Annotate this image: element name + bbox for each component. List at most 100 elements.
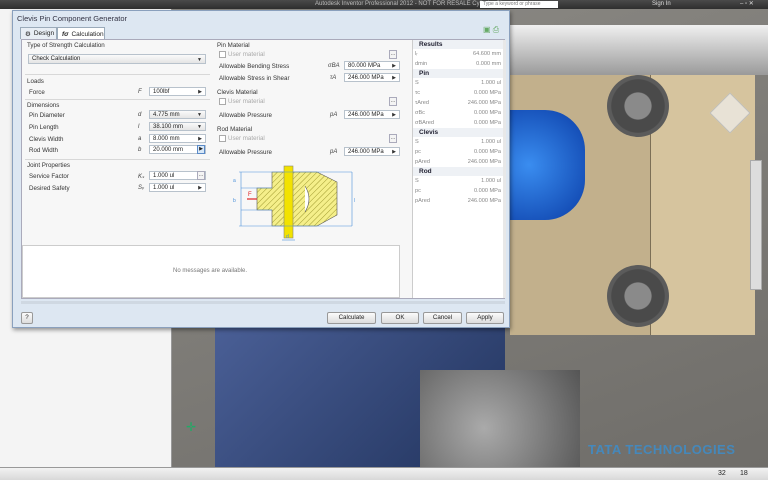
strength-type-select[interactable]: Check Calculation ▼ bbox=[28, 54, 206, 64]
pin-diameter-select[interactable]: 4.775 mm ▼ bbox=[149, 110, 206, 119]
rod-user-material-label: User material bbox=[228, 135, 265, 142]
apply-button[interactable]: Apply bbox=[466, 312, 504, 324]
results-section-clevis: Clevis bbox=[413, 128, 503, 137]
pin-material-browse-button[interactable]: … bbox=[389, 50, 397, 59]
chevron-right-icon: ▶ bbox=[392, 63, 396, 69]
rod-pressure-symbol: pA bbox=[330, 149, 338, 155]
diagram-label-l: l bbox=[354, 198, 355, 204]
nut-top bbox=[607, 75, 669, 137]
ok-button[interactable]: OK bbox=[381, 312, 419, 324]
bending-stress-input[interactable]: 80.000 MPa ▶ bbox=[344, 61, 400, 70]
result-row: S 1.000 ul bbox=[413, 137, 503, 147]
result-symbol: lᵣ bbox=[415, 51, 418, 57]
chevron-right-icon: ▶ bbox=[392, 112, 396, 118]
chevron-right-icon: ▶ bbox=[392, 75, 396, 81]
result-row: S 1.000 ul bbox=[413, 176, 503, 186]
pin-material-label: Pin Material bbox=[217, 42, 250, 49]
result-value: 0.000 MPa bbox=[473, 188, 501, 194]
force-label: Force bbox=[29, 89, 45, 96]
clevis-pressure-input[interactable]: 246.000 MPa ▶ bbox=[344, 110, 400, 119]
divider bbox=[25, 74, 210, 75]
force-input[interactable]: 100lbf ▶ bbox=[149, 87, 206, 96]
calculate-button[interactable]: Calculate bbox=[327, 312, 376, 324]
clevis-material-browse-button[interactable]: … bbox=[389, 97, 397, 106]
field-value: 100lbf bbox=[153, 89, 170, 95]
desired-safety-input[interactable]: 1.000 ul ▶ bbox=[149, 183, 206, 192]
select-value: Check Calculation bbox=[32, 56, 81, 62]
window-controls[interactable]: – ▫ ✕ bbox=[740, 0, 754, 7]
result-row: S 1.000 ul bbox=[413, 78, 503, 88]
chevron-right-icon[interactable]: ▶ bbox=[197, 145, 205, 154]
clevis-width-input[interactable]: 8.000 mm ▶ bbox=[149, 134, 206, 143]
dialog-toolbar-icons[interactable]: ▣ ⎙ bbox=[483, 25, 499, 35]
result-row: lᵣ 64.600 mm bbox=[413, 49, 503, 59]
shear-stress-label: Allowable Stress in Shear bbox=[219, 75, 290, 82]
result-value: 0.000 MPa bbox=[473, 110, 501, 116]
field-value: 246.000 MPa bbox=[348, 149, 384, 155]
strength-group-label: Type of Strength Calculation bbox=[27, 42, 105, 49]
result-value: 1.000 ul bbox=[481, 139, 501, 145]
design-icon: ⚙ bbox=[25, 30, 31, 38]
function-icon: fσ bbox=[62, 30, 69, 38]
service-factor-symbol: Kₛ bbox=[138, 174, 145, 180]
rod-material-browse-button[interactable]: … bbox=[389, 134, 397, 143]
field-value: 1.000 ul bbox=[153, 173, 175, 179]
clevis-pressure-symbol: pA bbox=[330, 112, 338, 118]
status-count-b: 18 bbox=[740, 470, 748, 477]
result-value: 246.000 MPa bbox=[467, 198, 501, 204]
result-value: 0.000 MPa bbox=[473, 90, 501, 96]
dialog-title: Clevis Pin Component Generator bbox=[17, 14, 128, 23]
help-search-input[interactable]: Type a keyword or phrase bbox=[480, 1, 558, 8]
panel-splitter[interactable] bbox=[21, 301, 505, 304]
desired-safety-label: Desired Safety bbox=[29, 185, 70, 192]
cancel-button[interactable]: Cancel bbox=[423, 312, 462, 324]
cylinder-part bbox=[505, 110, 585, 220]
results-section-pin: Pin bbox=[413, 69, 503, 78]
rod-width-label: Rod Width bbox=[29, 147, 58, 154]
pin-diameter-label: Pin Diameter bbox=[29, 112, 65, 119]
pin-length-select[interactable]: 38.100 mm ▼ bbox=[149, 122, 206, 131]
viewport-background bbox=[510, 25, 768, 75]
shear-stress-input[interactable]: 246.000 MPa ▶ bbox=[344, 73, 400, 82]
result-row: σBc 0.000 MPa bbox=[413, 108, 503, 118]
more-icon[interactable]: … bbox=[197, 171, 205, 180]
clevis-material-label: Clevis Material bbox=[217, 89, 258, 96]
result-symbol: σBc bbox=[415, 110, 425, 116]
results-section-rod: Rod bbox=[413, 167, 503, 176]
rod-pressure-input[interactable]: 246.000 MPa ▶ bbox=[344, 147, 400, 156]
pin-user-material-checkbox[interactable] bbox=[219, 51, 226, 58]
watermark-logo: TATA TECHNOLOGIES bbox=[588, 442, 736, 457]
desired-safety-symbol: Sᵥ bbox=[138, 185, 145, 191]
navigation-bar[interactable] bbox=[750, 160, 762, 290]
chevron-down-icon: ▼ bbox=[197, 112, 202, 118]
result-value: 1.000 ul bbox=[481, 178, 501, 184]
diagram-label-a: a bbox=[233, 178, 236, 184]
dimensions-group-label: Dimensions bbox=[27, 102, 60, 109]
field-value: 8.000 mm bbox=[153, 136, 180, 142]
result-symbol: pAred bbox=[415, 159, 430, 165]
help-button[interactable]: ? bbox=[21, 312, 33, 324]
rod-pressure-label: Allowable Pressure bbox=[219, 149, 272, 156]
pin-length-symbol: l bbox=[138, 124, 140, 130]
sign-in-link[interactable]: Sign In bbox=[652, 1, 671, 7]
clevis-user-material-checkbox[interactable] bbox=[219, 98, 226, 105]
result-value: 1.000 ul bbox=[481, 80, 501, 86]
joint-group-label: Joint Properties bbox=[27, 162, 70, 169]
result-value: 246.000 MPa bbox=[467, 159, 501, 165]
result-symbol: pc bbox=[415, 149, 421, 155]
result-symbol: σBAred bbox=[415, 120, 434, 126]
results-title: Results bbox=[413, 40, 503, 49]
chevron-down-icon: ▼ bbox=[197, 124, 202, 130]
pin-user-material-label: User material bbox=[228, 51, 265, 58]
field-value: 80.000 MPa bbox=[348, 63, 381, 69]
field-value: 4.775 mm bbox=[153, 112, 180, 118]
rod-user-material-checkbox[interactable] bbox=[219, 135, 226, 142]
service-factor-input[interactable]: 1.000 ul … bbox=[149, 171, 206, 180]
results-collapse-strip[interactable] bbox=[503, 40, 506, 298]
clevis-width-symbol: a bbox=[138, 136, 142, 142]
rod-width-input[interactable]: 20.000 mm ▶ bbox=[149, 145, 206, 154]
field-value: 1.000 ul bbox=[153, 185, 175, 191]
chevron-right-icon: ▶ bbox=[198, 185, 202, 191]
tab-design[interactable]: ⚙ Design bbox=[20, 27, 57, 39]
messages-panel: No messages are available. bbox=[22, 245, 400, 298]
